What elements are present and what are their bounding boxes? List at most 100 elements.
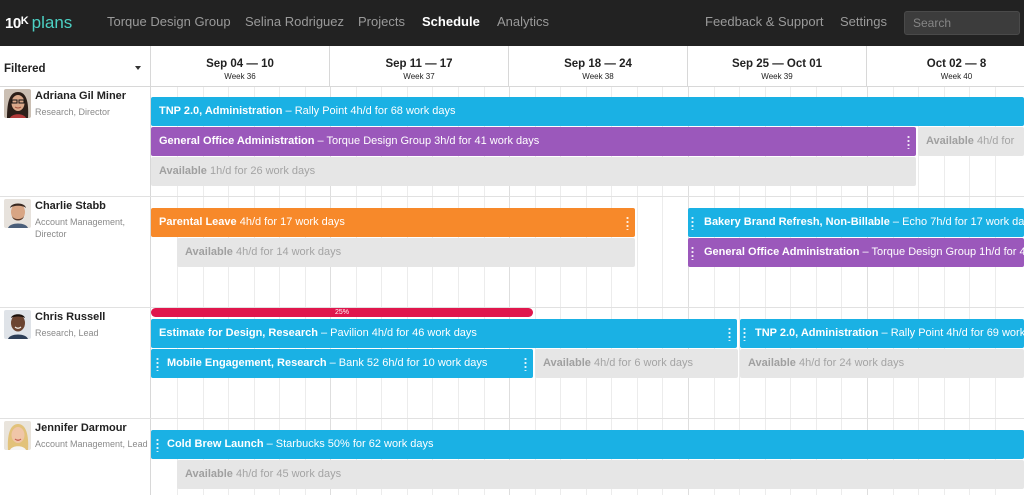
- search-input[interactable]: [904, 11, 1020, 35]
- top-navigation-bar: 10 K plans Torque Design Group Selina Ro…: [0, 0, 1024, 46]
- availability-details: 4h/d for: [973, 135, 1015, 147]
- person-row: Charlie Stabb Account Management, Direct…: [0, 199, 151, 305]
- assignment-details: – Rally Point 4h/d for 69 work days: [881, 327, 1024, 339]
- availability-bar[interactable]: Available 4h/d for 14 work days: [177, 238, 635, 267]
- person-name[interactable]: Jennifer Darmour: [35, 422, 127, 434]
- logo-k: K: [20, 15, 29, 27]
- project-name: Parental Leave: [159, 216, 237, 228]
- assignment-bar[interactable]: Cold Brew Launch – Starbucks 50% for 62 …: [151, 430, 1024, 459]
- filter-dropdown[interactable]: Filtered: [0, 46, 151, 87]
- availability-bar[interactable]: Available 4h/d for: [918, 127, 1024, 156]
- project-name: TNP 2.0, Administration: [159, 105, 283, 117]
- week-number: Week 37: [403, 72, 435, 81]
- resize-handle-icon[interactable]: [156, 357, 159, 371]
- assignment-details: – Starbucks 50% for 62 work days: [263, 438, 434, 450]
- project-name: Estimate for Design, Research: [159, 327, 318, 339]
- logo-mark: 10: [5, 14, 21, 32]
- availability-label: Available: [185, 468, 233, 480]
- assignment-details: – Echo 7h/d for 17 work days: [889, 216, 1024, 228]
- assignment-bar[interactable]: Bakery Brand Refresh, Non-Billable – Ech…: [688, 208, 1024, 237]
- resize-handle-icon[interactable]: [524, 357, 527, 371]
- resize-handle-icon[interactable]: [907, 135, 910, 149]
- assignment-details: – Bank 52 6h/d for 10 work days: [326, 357, 488, 369]
- avatar[interactable]: [4, 89, 31, 118]
- avatar[interactable]: [4, 310, 31, 339]
- project-name: Cold Brew Launch: [167, 438, 264, 450]
- schedule-header: Filtered Sep 04 — 10 Week 36 Sep 11 — 17…: [0, 46, 1024, 87]
- row-divider: [0, 418, 1024, 419]
- availability-details: 1h/d for 26 work days: [206, 165, 316, 177]
- assignment-details: 4h/d for 17 work days: [236, 216, 345, 228]
- assignment-details: – Torque Design Group 1h/d for 41 work d…: [862, 246, 1024, 258]
- resize-handle-icon[interactable]: [691, 216, 694, 230]
- avatar[interactable]: [4, 199, 31, 228]
- filter-label: Filtered: [4, 63, 46, 75]
- availability-details: 4h/d for 14 work days: [232, 246, 342, 258]
- week-range: Sep 18 — 24: [564, 58, 632, 70]
- availability-label: Available: [748, 357, 796, 369]
- nav-item-organization[interactable]: Torque Design Group: [107, 14, 231, 29]
- availability-details: 4h/d for 24 work days: [795, 357, 905, 369]
- person-row: Jennifer Darmour Account Management, Lea…: [0, 421, 151, 495]
- week-header: Sep 25 — Oct 01 Week 39: [688, 46, 867, 87]
- resize-handle-icon[interactable]: [156, 438, 159, 452]
- week-header: Sep 11 — 17 Week 37: [330, 46, 509, 87]
- project-name: Bakery Brand Refresh, Non-Billable: [704, 216, 890, 228]
- availability-details: 4h/d for 45 work days: [232, 468, 342, 480]
- person-row: Adriana Gil Miner Research, Director: [0, 89, 151, 195]
- week-range: Sep 25 — Oct 01: [731, 58, 823, 70]
- nav-item-user[interactable]: Selina Rodriguez: [245, 14, 344, 29]
- week-number: Week 36: [224, 72, 256, 81]
- week-header: Sep 04 — 10 Week 36: [151, 46, 330, 87]
- availability-bar[interactable]: Available 1h/d for 26 work days: [151, 157, 916, 186]
- nav-item-settings[interactable]: Settings: [840, 14, 887, 29]
- project-name: General Office Administration: [159, 135, 315, 147]
- week-number: Week 38: [582, 72, 614, 81]
- person-role: Research, Director: [35, 107, 111, 117]
- assignment-details: – Rally Point 4h/d for 68 work days: [282, 105, 456, 117]
- assignment-bar[interactable]: Parental Leave 4h/d for 17 work days: [151, 208, 635, 237]
- week-number: Week 40: [940, 72, 973, 81]
- project-name: General Office Administration: [704, 246, 860, 258]
- nav-item-feedback[interactable]: Feedback & Support: [705, 14, 824, 29]
- assignment-details: – Pavilion 4h/d for 46 work days: [317, 327, 477, 339]
- availability-label: Available: [543, 357, 591, 369]
- availability-details: 4h/d for 6 work days: [590, 357, 694, 369]
- availability-bar[interactable]: Available 4h/d for 45 work days: [177, 460, 1024, 489]
- app-logo[interactable]: 10 K plans: [5, 12, 72, 34]
- person-name[interactable]: Chris Russell: [35, 311, 105, 323]
- availability-bar[interactable]: Available 4h/d for 24 work days: [740, 349, 1024, 378]
- assignment-bar[interactable]: Estimate for Design, Research – Pavilion…: [151, 319, 737, 348]
- nav-item-projects[interactable]: Projects: [358, 14, 405, 29]
- assignment-bar[interactable]: TNP 2.0, Administration – Rally Point 4h…: [740, 319, 1024, 348]
- week-range: Oct 02 — 8: [926, 58, 987, 70]
- avatar[interactable]: [4, 421, 31, 450]
- nav-item-analytics[interactable]: Analytics: [497, 14, 549, 29]
- week-range: Sep 04 — 10: [206, 58, 274, 70]
- resize-handle-icon[interactable]: [626, 216, 629, 230]
- person-role: Account Management, Lead: [35, 439, 148, 449]
- resize-handle-icon[interactable]: [691, 246, 694, 260]
- project-name: Mobile Engagement, Research: [167, 357, 327, 369]
- row-divider: [0, 196, 1024, 197]
- availability-label: Available: [926, 135, 974, 147]
- person-role: Research, Lead: [35, 328, 99, 338]
- assignment-bar[interactable]: General Office Administration – Torque D…: [688, 238, 1024, 267]
- week-number: Week 39: [761, 72, 793, 81]
- week-header: Sep 18 — 24 Week 38: [509, 46, 688, 87]
- assignment-details: – Torque Design Group 3h/d for 41 work d…: [314, 135, 540, 147]
- assignment-bar[interactable]: General Office Administration – Torque D…: [151, 127, 916, 156]
- caret-down-icon: [135, 66, 141, 70]
- assignment-bar[interactable]: TNP 2.0, Administration – Rally Point 4h…: [151, 97, 1024, 126]
- nav-item-schedule[interactable]: Schedule: [422, 14, 480, 29]
- assignment-bar[interactable]: Mobile Engagement, Research – Bank 52 6h…: [151, 349, 533, 378]
- week-header: Oct 02 — 8 Week 40: [867, 46, 1024, 87]
- resize-handle-icon[interactable]: [743, 327, 746, 341]
- utilization-progress-bar: 25%: [151, 308, 533, 317]
- availability-label: Available: [185, 246, 233, 258]
- resize-handle-icon[interactable]: [728, 327, 731, 341]
- logo-plans: plans: [31, 13, 73, 32]
- person-name[interactable]: Adriana Gil Miner: [35, 90, 126, 102]
- availability-bar[interactable]: Available 4h/d for 6 work days: [535, 349, 738, 378]
- person-name[interactable]: Charlie Stabb: [35, 200, 106, 212]
